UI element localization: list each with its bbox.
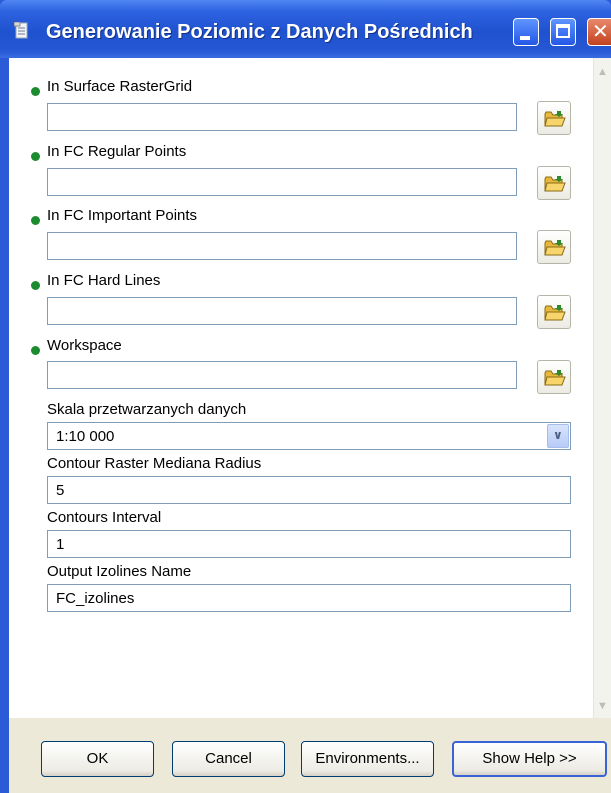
scale-dropdown[interactable]: 1:10 000 ∨: [47, 422, 571, 450]
regular-points-input[interactable]: [47, 168, 517, 196]
surface-raster-label: In Surface RasterGrid: [47, 78, 193, 95]
hard-lines-browse-button[interactable]: [537, 295, 571, 329]
workspace-label: Workspace: [47, 337, 122, 354]
required-indicator-icon: [31, 281, 40, 290]
median-radius-input[interactable]: [47, 476, 571, 504]
hard-lines-input[interactable]: [47, 297, 517, 325]
parameters-panel: In Surface RasterGrid In FC Regular Poin…: [9, 58, 611, 718]
scroll-up-icon[interactable]: ▲: [597, 66, 608, 78]
scale-label: Skala przetwarzanych danych: [47, 401, 247, 418]
scroll-down-icon[interactable]: ▼: [597, 700, 608, 712]
important-points-label: In FC Important Points: [47, 207, 198, 224]
window-title: Generowanie Poziomic z Danych Pośrednich: [46, 21, 473, 43]
workspace-browse-button[interactable]: [537, 360, 571, 394]
close-icon: ✕: [592, 21, 609, 43]
open-folder-icon: [544, 370, 566, 386]
regular-points-browse-button[interactable]: [537, 166, 571, 200]
script-tool-icon: [14, 22, 28, 39]
ok-button[interactable]: OK: [41, 741, 154, 777]
cancel-button[interactable]: Cancel: [172, 741, 285, 777]
required-indicator-icon: [31, 152, 40, 161]
output-name-input[interactable]: [47, 584, 571, 612]
important-points-browse-button[interactable]: [537, 230, 571, 264]
minimize-button[interactable]: [513, 18, 539, 46]
maximize-icon: [556, 24, 570, 38]
required-indicator-icon: [31, 346, 40, 355]
title-bar[interactable]: Generowanie Poziomic z Danych Pośrednich…: [0, 0, 611, 58]
output-name-label: Output Izolines Name: [47, 563, 192, 580]
open-folder-icon: [544, 305, 566, 321]
hard-lines-label: In FC Hard Lines: [47, 272, 161, 289]
environments-button[interactable]: Environments...: [301, 741, 434, 777]
contours-interval-label: Contours Interval: [47, 509, 162, 526]
contours-interval-input[interactable]: [47, 530, 571, 558]
surface-raster-input[interactable]: [47, 103, 517, 131]
open-folder-icon: [544, 111, 566, 127]
close-button[interactable]: ✕: [587, 18, 611, 46]
dialog-body: In Surface RasterGrid In FC Regular Poin…: [9, 58, 611, 793]
show-help-button[interactable]: Show Help >>: [452, 741, 607, 777]
vertical-scrollbar[interactable]: ▲ ▼: [593, 58, 611, 718]
minimize-icon: [520, 36, 530, 40]
important-points-input[interactable]: [47, 232, 517, 260]
median-radius-label: Contour Raster Mediana Radius: [47, 455, 262, 472]
open-folder-icon: [544, 176, 566, 192]
workspace-input[interactable]: [47, 361, 517, 389]
regular-points-label: In FC Regular Points: [47, 143, 187, 160]
required-indicator-icon: [31, 87, 40, 96]
dropdown-arrow-button[interactable]: ∨: [547, 424, 569, 448]
maximize-button[interactable]: [550, 18, 576, 46]
required-indicator-icon: [31, 216, 40, 225]
chevron-down-icon: ∨: [553, 428, 563, 442]
open-folder-icon: [544, 240, 566, 256]
scale-selected-value: 1:10 000: [56, 428, 115, 445]
surface-raster-browse-button[interactable]: [537, 101, 571, 135]
dialog-window: Generowanie Poziomic z Danych Pośrednich…: [0, 0, 611, 793]
